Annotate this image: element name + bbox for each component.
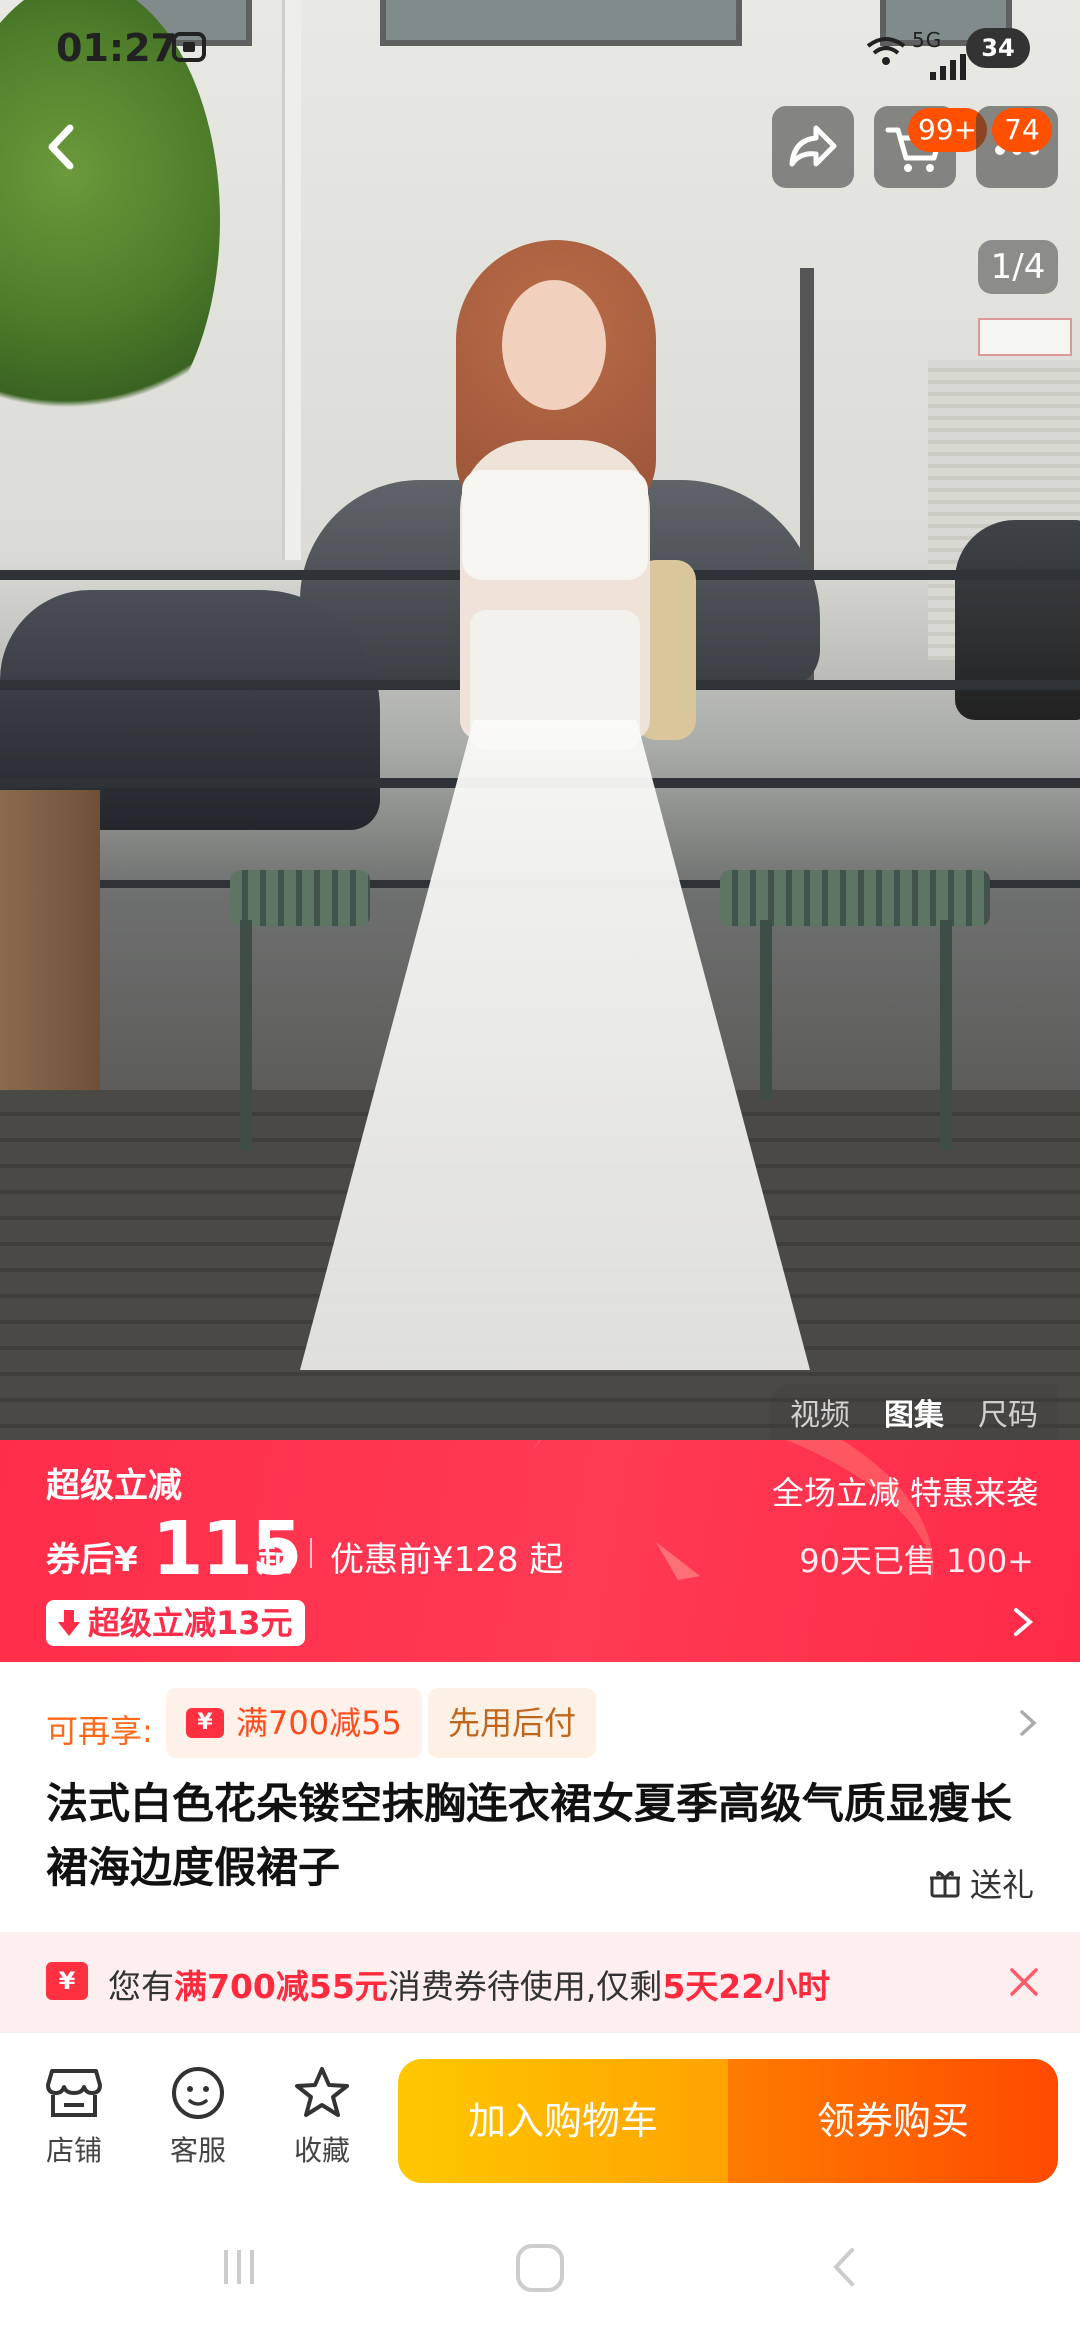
parked-car [955, 520, 1080, 720]
favorite-button[interactable]: 收藏 [272, 2065, 372, 2169]
bottom-action-bar: 店铺 客服 收藏 加入购物车 领券购买 [0, 2032, 1080, 2193]
star-icon [295, 2067, 349, 2117]
back-arrow-icon [48, 124, 74, 170]
share-icon [789, 125, 837, 167]
benefits-row[interactable]: 可再享: ¥ 满700减55 先用后付 [0, 1662, 1080, 1772]
buy-with-coupon-button[interactable]: 领券购买 [728, 2059, 1058, 2183]
signal-icon [930, 44, 966, 80]
message-count-badge: 74 [992, 108, 1052, 152]
yen-coupon-icon: ¥ [186, 1708, 224, 1738]
wall-sign [978, 318, 1072, 356]
discount-tag: 超级立减13元 [46, 1600, 305, 1646]
planter-box [0, 790, 100, 1120]
screen-record-icon [172, 32, 206, 62]
coupon-notice[interactable]: ¥ 您有满700减55元消费券待使用,仅剩5天22小时 [0, 1932, 1080, 2032]
media-tabs: 视频 图集 尺码 [770, 1384, 1058, 1440]
bench-leg [940, 920, 952, 1150]
pay-later-chip[interactable]: 先用后付 [428, 1688, 597, 1758]
price-banner[interactable]: 超级立减 券后¥ 115 起 优惠前¥128 起 全场立减 特惠来袭 90天已售… [0, 1440, 1080, 1662]
promo-title: 超级立减 [46, 1466, 182, 1506]
bench-leg [760, 920, 772, 1100]
promo-slogan: 全场立减 特惠来袭 [771, 1474, 1038, 1512]
arrow-decoration-icon [656, 1542, 700, 1580]
original-price: 优惠前¥128 起 [330, 1540, 564, 1580]
bench-leg [240, 920, 252, 1150]
service-icon [172, 2067, 224, 2119]
divider [310, 1538, 312, 1568]
back-button[interactable] [22, 106, 104, 188]
product-image[interactable] [0, 0, 1080, 1440]
chevron-right-icon [1014, 1608, 1034, 1636]
bench [720, 870, 990, 926]
gift-icon [929, 1871, 960, 1898]
customer-service-button[interactable]: 客服 [148, 2065, 248, 2169]
close-icon[interactable] [1004, 1962, 1044, 2002]
add-to-cart-button[interactable]: 加入购物车 [398, 2059, 728, 2183]
image-page-indicator: 1/4 [978, 240, 1058, 294]
down-arrow-icon [58, 1610, 80, 1636]
sales-count: 90天已售 100+ [799, 1542, 1034, 1580]
back-nav-icon[interactable] [820, 2242, 870, 2292]
price-suffix: 起 [258, 1540, 292, 1580]
benefits-label: 可再享: [46, 1712, 153, 1750]
model-face [502, 280, 606, 410]
dress-bodice [462, 470, 648, 580]
status-bar: 01:27 5G 34 [0, 0, 1080, 100]
status-time: 01:27 [56, 26, 177, 70]
wifi-icon [866, 37, 906, 65]
bench [230, 870, 370, 926]
battery-indicator: 34 [966, 28, 1030, 68]
tab-size[interactable]: 尺码 [978, 1390, 1038, 1434]
chevron-right-icon [1020, 1710, 1037, 1736]
tab-gallery[interactable]: 图集 [884, 1390, 944, 1434]
product-title: 法式白色花朵镂空抹胸连衣裙女夏季高级气质显瘦长裙海边度假裙子 [46, 1779, 1013, 1892]
gift-button[interactable]: 送礼 [928, 1860, 1034, 1906]
home-icon[interactable] [514, 2242, 566, 2294]
coupon-notice-text: 您有满700减55元消费券待使用,仅剩5天22小时 [108, 1967, 831, 2006]
after-coupon-label: 券后¥ [46, 1540, 138, 1580]
dress-skirt [300, 720, 810, 1370]
coupon-chip[interactable]: ¥ 满700减55 [166, 1688, 422, 1758]
recents-icon[interactable] [214, 2242, 264, 2292]
share-button[interactable] [772, 106, 854, 188]
system-navigation-bar [0, 2192, 1080, 2340]
store-icon [46, 2069, 102, 2117]
yen-coupon-icon: ¥ [46, 1962, 88, 2000]
tab-video[interactable]: 视频 [790, 1390, 850, 1434]
shop-button[interactable]: 店铺 [24, 2065, 124, 2169]
